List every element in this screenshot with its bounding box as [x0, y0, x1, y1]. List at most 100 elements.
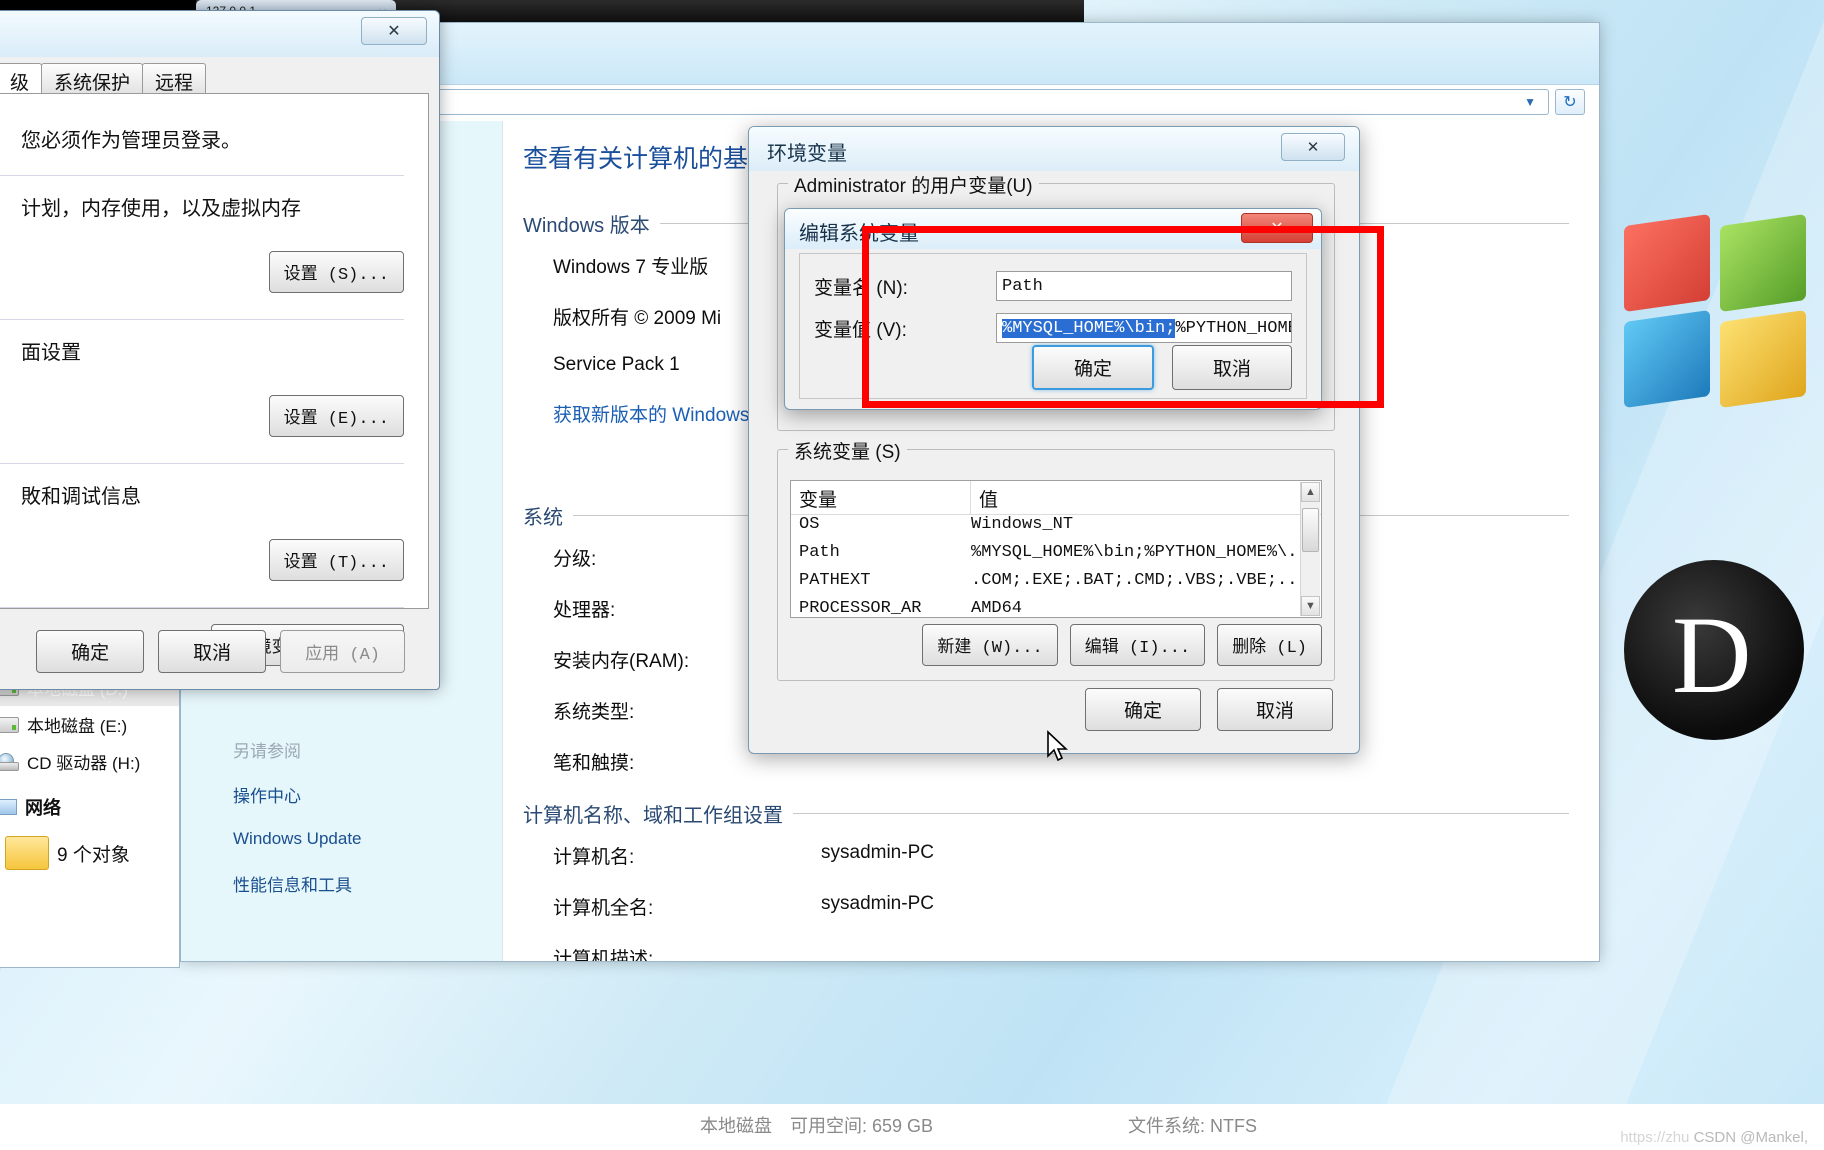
variable-name-input[interactable]: Path [996, 271, 1292, 301]
drive-icon [0, 716, 19, 733]
network-icon [0, 799, 17, 815]
system-properties-dialog: ✕ 级 系统保护 远程 您必须作为管理员登录。 计划，内存使用，以及虚拟内存 设… [0, 10, 440, 690]
column-header-variable: 变量 [791, 481, 971, 514]
table-row[interactable]: Path %MYSQL_HOME%\bin;%PYTHON_HOME%\... [791, 543, 1321, 571]
list-item-label: CD 驱动器 (H:) [27, 754, 141, 773]
explorer-window: 本地磁盘 (D:) 本地磁盘 (E:) CD 驱动器 (H:) 网络 9 个对象 [0, 668, 180, 968]
network-label: 网络 [25, 798, 61, 818]
close-icon[interactable]: ✕ [361, 17, 427, 45]
ok-button[interactable]: 确定 [36, 630, 145, 673]
divider [793, 813, 1569, 814]
folder-icon [5, 836, 49, 870]
table-row: 计算机名: sysadmin-PC [523, 842, 1569, 869]
variable-name: Path [799, 543, 840, 562]
system-variables-buttons: 新建 (W)... 编辑 (I)... 删除 (L) [922, 624, 1322, 666]
startup-recovery-section: 敗和调试信息 [0, 480, 404, 509]
sidebar-link-windows-update[interactable]: Windows Update [233, 829, 502, 849]
watermark-prefix: https://zhu [1620, 1129, 1690, 1146]
sidebar-link-action-center[interactable]: 操作中心 [233, 782, 502, 807]
list-item[interactable]: 本地磁盘 (E:) [0, 706, 179, 743]
variable-name: PATHEXT [799, 571, 871, 590]
user-profiles-settings-row: 设置 (E)... [0, 395, 404, 437]
variable-value-row: 变量值 (V): %MYSQL_HOME%\bin;%PYTHON_HOME%\… [800, 308, 1306, 348]
variable-value-label: 变量值 (V): [814, 319, 907, 341]
performance-section: 计划，内存使用，以及虚拟内存 [0, 192, 404, 221]
variable-value-selected-text: %MYSQL_HOME%\bin; [1002, 318, 1176, 338]
tab-advanced[interactable]: 级 [0, 63, 43, 94]
user-profiles-section: 面设置 [0, 336, 404, 365]
scrollbar[interactable]: ▲ ▼ [1300, 482, 1320, 616]
edit-variable-button[interactable]: 编辑 (I)... [1069, 624, 1206, 666]
divider [0, 463, 404, 464]
computer-fullname-label: 计算机全名: [553, 898, 654, 919]
close-icon[interactable]: ✕ [1241, 213, 1313, 243]
variable-value: Windows_NT [971, 515, 1074, 534]
cancel-button[interactable]: 取消 [158, 630, 267, 673]
divider [0, 175, 404, 176]
folder-entry[interactable]: 9 个对象 [0, 826, 179, 870]
performance-title: 计划，内存使用，以及虚拟内存 [21, 198, 301, 220]
computer-name-group: 计算机名称、域和工作组设置 计算机名: sysadmin-PC 计算机全名: s… [523, 799, 1569, 961]
ok-button[interactable]: 确定 [1084, 688, 1201, 731]
chevron-up-icon[interactable]: ▲ [1301, 482, 1320, 502]
list-item[interactable]: CD 驱动器 (H:) [0, 743, 179, 780]
variable-name-label: 变量名 (N): [814, 277, 908, 299]
dialog-titlebar: 环境变量 ✕ [749, 127, 1359, 171]
watermark: https://zhu CSDN @Mankel, [1620, 1129, 1808, 1146]
list-item-label: 本地磁盘 (E:) [27, 717, 128, 736]
variable-value: AMD64 [971, 599, 1023, 615]
startup-recovery-settings-button[interactable]: 设置 (T)... [268, 539, 404, 581]
sidebar-link-performance[interactable]: 性能信息和工具 [233, 871, 502, 896]
startup-recovery-settings-row: 设置 (T)... [0, 539, 404, 581]
cd-drive-icon [0, 752, 19, 771]
watermark-text: CSDN @Mankel, [1693, 1129, 1808, 1146]
list-header: 变量 值 [791, 481, 1321, 515]
dialog-title: 环境变量 [767, 143, 847, 165]
refresh-icon[interactable]: ↻ [1555, 89, 1585, 115]
column-header-value: 值 [979, 490, 999, 511]
dialog-body: 变量名 (N): Path 变量值 (V): %MYSQL_HOME%\bin;… [799, 253, 1307, 399]
scrollbar-thumb[interactable] [1302, 508, 1319, 552]
performance-settings-row: 设置 (S)... [0, 251, 404, 293]
user-profiles-title: 面设置 [21, 342, 81, 364]
new-variable-button[interactable]: 新建 (W)... [922, 624, 1058, 666]
group-heading-label: 计算机名称、域和工作组设置 [523, 805, 783, 827]
screen: 127.0.0.1 ✕ 板 ▶ 系统和安全 ▶ 系统 ▼ ↻ 另请参阅 操作中心… [0, 0, 1824, 1150]
system-variables-list[interactable]: 变量 值 OS Windows_NT Path %MYSQL_HOME%\bin… [790, 480, 1322, 618]
edit-system-variable-dialog: 编辑系统变量 ✕ 变量名 (N): Path 变量值 (V): %MYSQL_H… [784, 208, 1322, 410]
ok-button[interactable]: 确定 [1031, 345, 1154, 390]
user-variables-legend: Administrator 的用户变量(U) [788, 171, 1039, 198]
user-profiles-settings-button[interactable]: 设置 (E)... [268, 395, 404, 437]
variable-name: OS [799, 515, 820, 534]
delete-variable-button[interactable]: 删除 (L) [1217, 624, 1322, 666]
computer-desc-label: 计算机描述: [553, 949, 654, 961]
table-row: 计算机描述: [523, 944, 1569, 961]
performance-settings-button[interactable]: 设置 (S)... [268, 251, 404, 293]
divider [0, 607, 404, 608]
dialog-buttons: 确定 取消 [1031, 345, 1292, 390]
group-heading-label: Windows 版本 [523, 215, 650, 237]
tab-system-protection[interactable]: 系统保护 [41, 63, 144, 94]
variable-value: .COM;.EXE;.BAT;.CMD;.VBS;.VBE;.... [971, 571, 1318, 590]
network-section-header[interactable]: 网络 [0, 780, 179, 826]
dell-logo-icon [1624, 560, 1804, 740]
chevron-down-icon[interactable]: ▼ [1518, 95, 1542, 109]
dialog-titlebar: 编辑系统变量 ✕ [785, 209, 1321, 249]
dialog-titlebar: ✕ [0, 11, 439, 57]
variable-name-row: 变量名 (N): Path [800, 266, 1306, 306]
advanced-tab-panel: 您必须作为管理员登录。 计划，内存使用，以及虚拟内存 设置 (S)... 面设置… [0, 93, 429, 666]
tab-remote[interactable]: 远程 [142, 63, 207, 94]
windows-logo-icon [1624, 213, 1814, 410]
table-row[interactable]: OS Windows_NT [791, 515, 1321, 543]
dialog-footer: 确定 取消 [1084, 688, 1333, 731]
close-icon[interactable]: ✕ [1281, 133, 1345, 161]
table-row[interactable]: PATHEXT .COM;.EXE;.BAT;.CMD;.VBS;.VBE;..… [791, 571, 1321, 599]
computer-name-value: sysadmin-PC [821, 842, 934, 863]
object-count: 9 个对象 [57, 844, 130, 866]
cancel-button[interactable]: 取消 [1216, 688, 1333, 731]
chevron-down-icon[interactable]: ▼ [1301, 596, 1320, 616]
variable-value-input[interactable]: %MYSQL_HOME%\bin;%PYTHON_HOME%\;%MA [996, 313, 1292, 343]
table-row[interactable]: PROCESSOR_AR AMD64 [791, 599, 1321, 615]
group-heading: 计算机名称、域和工作组设置 [523, 799, 1569, 828]
cancel-button[interactable]: 取消 [1171, 345, 1292, 390]
